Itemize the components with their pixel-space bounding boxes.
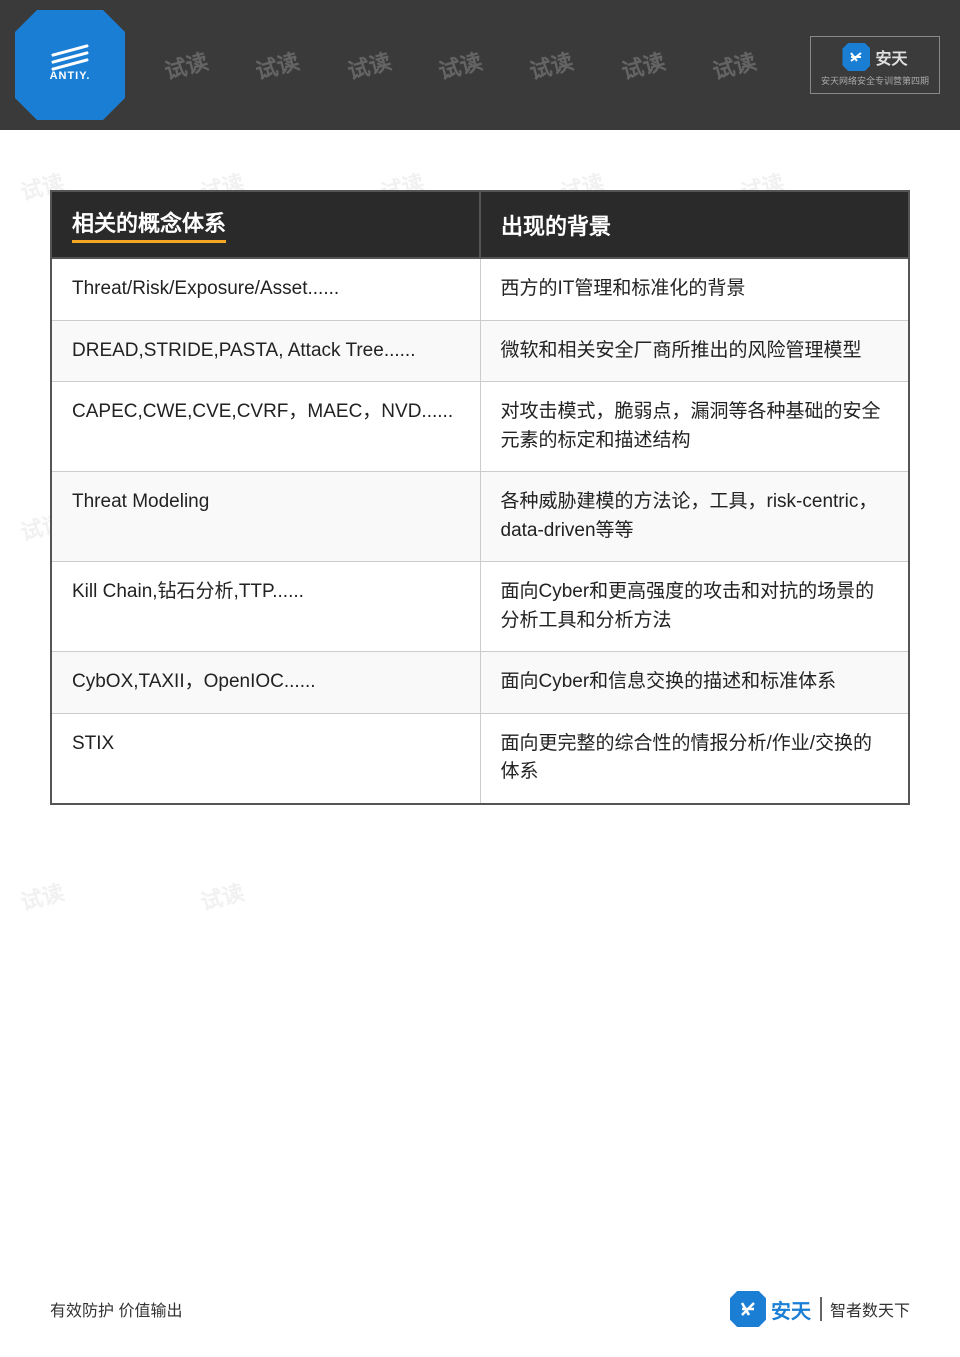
table-header-row: 相关的概念体系 出现的背景 [51, 191, 909, 258]
table-cell-col1-1: DREAD,STRIDE,PASTA, Attack Tree...... [51, 320, 480, 382]
table-cell-col1-6: STIX [51, 713, 480, 804]
table-row: Kill Chain,钻石分析,TTP......面向Cyber和更高强度的攻击… [51, 562, 909, 652]
table-row: Threat/Risk/Exposure/Asset......西方的IT管理和… [51, 258, 909, 320]
table-cell-col2-5: 面向Cyber和信息交换的描述和标准体系 [480, 652, 909, 714]
col2-header-text: 出现的背景 [501, 214, 611, 239]
brand-name: 安天 [875, 45, 907, 69]
table-cell-col1-3: Threat Modeling [51, 472, 480, 562]
table-cell-col1-4: Kill Chain,钻石分析,TTP...... [51, 562, 480, 652]
logo-lines [51, 49, 89, 66]
table-cell-col2-4: 面向Cyber和更高强度的攻击和对抗的场景的分析工具和分析方法 [480, 562, 909, 652]
footer-brand-slogan: 智者数天下 [820, 1297, 910, 1321]
table-cell-col2-2: 对攻击模式，脆弱点，漏洞等各种基础的安全元素的标定和描述结构 [480, 382, 909, 472]
bwm-20: 试读 [197, 875, 248, 917]
main-table: 相关的概念体系 出现的背景 Threat/Risk/Exposure/Asset… [50, 190, 910, 805]
header-watermark-6: 试读 [617, 44, 668, 86]
page-footer: 有效防护 价值输出 安天 智者数天下 [0, 1291, 960, 1327]
table-cell-col2-6: 面向更完整的综合性的情报分析/作业/交换的体系 [480, 713, 909, 804]
header-watermark-1: 试读 [160, 44, 211, 86]
header-watermark-3: 试读 [343, 44, 394, 86]
antiy-logo: ANTIY. [15, 10, 125, 120]
table-cell-col2-1: 微软和相关安全厂商所推出的风险管理模型 [480, 320, 909, 382]
brand-logo-small [842, 43, 870, 71]
header-watermark-4: 试读 [435, 44, 486, 86]
footer-logo-icon [730, 1291, 766, 1327]
footer-logo: 安天 智者数天下 [730, 1291, 910, 1327]
table-row: CybOX,TAXII，OpenIOC......面向Cyber和信息交换的描述… [51, 652, 909, 714]
table-row: Threat Modeling各种威胁建模的方法论，工具，risk-centri… [51, 472, 909, 562]
table-cell-col1-0: Threat/Risk/Exposure/Asset...... [51, 258, 480, 320]
brand-sub-text: 安天网络安全专训营第四期 [821, 74, 929, 87]
footer-slogan-left: 有效防护 价值输出 [50, 1297, 182, 1321]
brand-main: 安天 [842, 43, 907, 71]
header-brand-box: 安天 安天网络安全专训营第四期 [800, 10, 950, 120]
table-cell-col2-3: 各种威胁建模的方法论，工具，risk-centric，data-driven等等 [480, 472, 909, 562]
brand-box: 安天 安天网络安全专训营第四期 [810, 36, 940, 94]
main-content: 相关的概念体系 出现的背景 Threat/Risk/Exposure/Asset… [0, 130, 960, 845]
table-cell-col2-0: 西方的IT管理和标准化的背景 [480, 258, 909, 320]
page-header: ANTIY. 试读 试读 试读 试读 试读 试读 试读 安天 安天网络安全专训营… [0, 0, 960, 130]
bwm-19: 试读 [17, 875, 68, 917]
col1-header-text: 相关的概念体系 [72, 206, 226, 243]
table-row: DREAD,STRIDE,PASTA, Attack Tree......微软和… [51, 320, 909, 382]
header-watermark-7: 试读 [709, 44, 760, 86]
header-watermark-5: 试读 [526, 44, 577, 86]
table-row: STIX面向更完整的综合性的情报分析/作业/交换的体系 [51, 713, 909, 804]
table-row: CAPEC,CWE,CVE,CVRF，MAEC，NVD......对攻击模式，脆… [51, 382, 909, 472]
logo-label: ANTIY. [50, 70, 91, 82]
footer-brand-name: 安天 [771, 1295, 811, 1324]
table-cell-col1-2: CAPEC,CWE,CVE,CVRF，MAEC，NVD...... [51, 382, 480, 472]
header-watermark-2: 试读 [252, 44, 303, 86]
col2-header: 出现的背景 [480, 191, 909, 258]
table-cell-col1-5: CybOX,TAXII，OpenIOC...... [51, 652, 480, 714]
col1-header: 相关的概念体系 [51, 191, 480, 258]
